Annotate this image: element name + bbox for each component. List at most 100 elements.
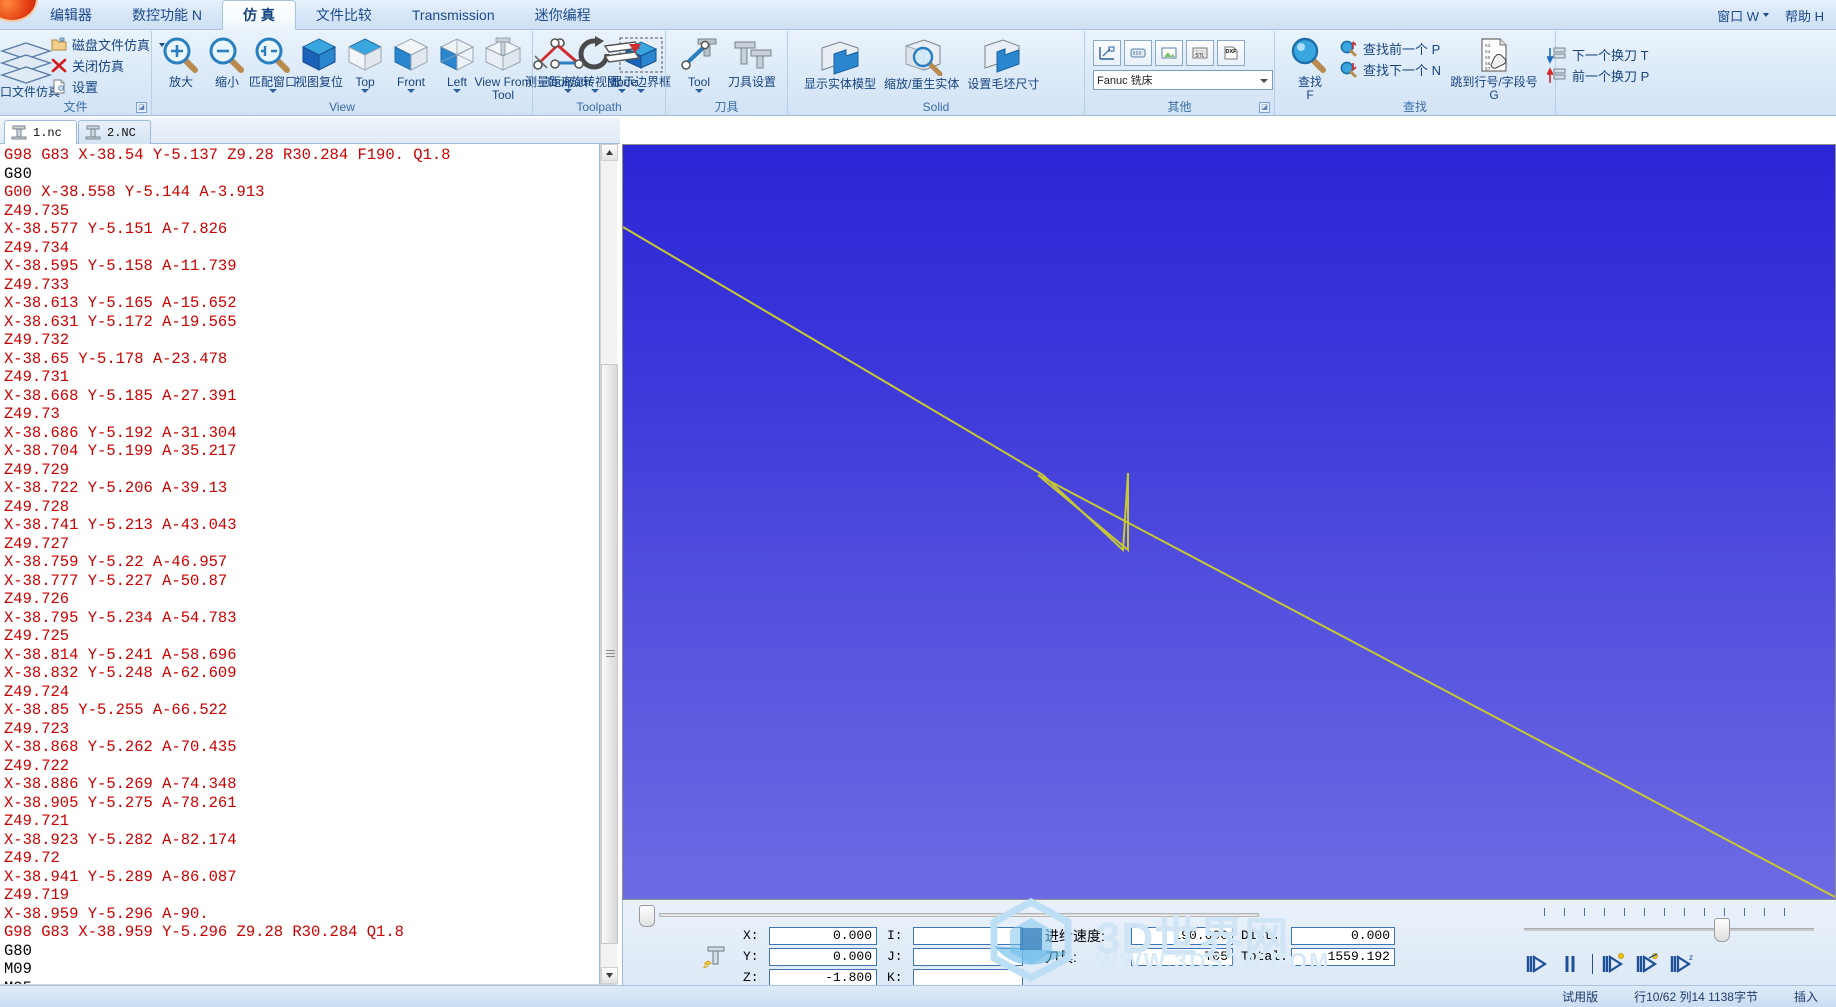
- stl-icon[interactable]: STL: [1186, 40, 1214, 66]
- zoom-in-button[interactable]: 放大: [158, 34, 204, 89]
- group-other-dialog-launcher[interactable]: ◪: [1259, 102, 1270, 113]
- simulation-progress-slider[interactable]: [633, 904, 1273, 927]
- menu-window-label: 窗口 W: [1717, 8, 1759, 24]
- menu-editor-label: 编辑器: [50, 7, 92, 23]
- chevron-down-icon[interactable]: [407, 89, 415, 93]
- y-value: 0.000: [832, 948, 872, 964]
- feed-field[interactable]: 190.000: [1131, 926, 1233, 945]
- status-cursor-position: 行10/62 列14 1138字节: [1634, 990, 1758, 1004]
- y-field[interactable]: 0.000: [769, 947, 877, 966]
- chevron-down-icon[interactable]: [269, 89, 277, 93]
- find-next-button[interactable]: 查找下一个 N: [1337, 59, 1444, 80]
- group-view: 放大 缩小 匹配窗口 视图复位 Top Front Left View From…: [152, 31, 671, 115]
- k-field[interactable]: [913, 968, 1023, 987]
- chevron-down-icon[interactable]: [361, 89, 369, 93]
- settings-button[interactable]: 设置: [48, 76, 168, 97]
- doc-tab-2[interactable]: 2.NC: [78, 120, 151, 144]
- view-front-button[interactable]: Front: [388, 34, 434, 93]
- toolpath-button[interactable]: Toolpath: [541, 34, 595, 93]
- menu-transmission[interactable]: Transmission: [392, 0, 515, 30]
- next-tool-change-icon: [1547, 47, 1566, 64]
- group-file-title: 文件: [63, 100, 88, 114]
- dist-field[interactable]: 0.000: [1291, 926, 1395, 945]
- toolpath-icon: [550, 38, 584, 69]
- total-field[interactable]: 1559.192: [1291, 947, 1395, 966]
- play-button[interactable]: [1524, 952, 1550, 976]
- mode-button[interactable]: Mode: [595, 34, 649, 93]
- speed-slider-track[interactable]: [1524, 928, 1814, 931]
- goto-line-button[interactable]: 53 54 55 56 57 跳到行号/字段号 G: [1444, 34, 1544, 102]
- find-button[interactable]: 查找 F: [1283, 34, 1337, 102]
- step-line-button[interactable]: [1635, 952, 1661, 976]
- menu-simulation[interactable]: 仿 真: [222, 0, 296, 30]
- export-image-icon[interactable]: [1155, 40, 1183, 66]
- j-field[interactable]: [913, 947, 1023, 966]
- gcode-line: G80: [4, 164, 32, 183]
- menu-editor[interactable]: 编辑器: [30, 0, 112, 30]
- dxf-icon[interactable]: DXF: [1217, 40, 1245, 66]
- reset-view-button[interactable]: 视图复位: [295, 34, 343, 89]
- chevron-down-icon[interactable]: [695, 89, 703, 93]
- controller-select[interactable]: Fanuc 铣床: [1093, 70, 1273, 90]
- show-solid-model-button[interactable]: 显示实体模型: [800, 34, 880, 91]
- next-tool-change-button[interactable]: 下一个换刀 T: [1544, 44, 1652, 65]
- view-top-button[interactable]: Top: [342, 34, 388, 93]
- view-top-label: Top: [355, 75, 375, 89]
- simulation-viewport[interactable]: [623, 145, 1835, 899]
- view-from-tool-button[interactable]: View From Tool: [474, 34, 532, 102]
- zoom-out-button[interactable]: 缩小: [204, 34, 250, 89]
- menu-nc-function[interactable]: 数控功能 N: [112, 0, 222, 30]
- step-z-icon: z: [1670, 953, 1693, 974]
- pause-button[interactable]: [1558, 952, 1584, 976]
- tool-button[interactable]: Tool: [674, 34, 724, 93]
- find-prev-button[interactable]: 查找前一个 P: [1337, 38, 1444, 59]
- speed-slider-knob[interactable]: [1714, 918, 1730, 942]
- menu-file-compare[interactable]: 文件比较: [296, 0, 392, 30]
- z-field[interactable]: -1.800: [769, 968, 877, 987]
- step-block-button[interactable]: [1601, 952, 1627, 976]
- prev-tool-change-button[interactable]: 前一个换刀 P: [1544, 65, 1652, 86]
- close-sim-button[interactable]: 关闭仿真: [48, 55, 168, 76]
- show-solid-model-label: 显示实体模型: [804, 77, 877, 91]
- prev-tool-change-label: 前一个换刀 P: [1572, 69, 1650, 84]
- tool-field[interactable]: T05: [1131, 947, 1233, 966]
- gcode-line: Z49.733: [4, 275, 70, 294]
- scroll-down-button[interactable]: [601, 967, 618, 984]
- menu-window[interactable]: 窗口 W: [1709, 6, 1777, 25]
- x-field[interactable]: 0.000: [769, 926, 877, 945]
- gcode-editor[interactable]: G98 G83 X-38.54 Y-5.137 Z9.28 R30.284 F1…: [0, 144, 600, 984]
- chevron-down-icon[interactable]: [564, 89, 572, 93]
- gcode-line: M09: [4, 960, 32, 978]
- group-solid: 显示实体模型 缩放/重生实体 设置毛坯尺寸 Solid: [788, 31, 1085, 115]
- gcode-line: X-38.722 Y-5.206 A-39.13: [4, 479, 228, 497]
- gcode-line: X-38.814 Y-5.241 A-58.696: [4, 645, 237, 664]
- editor-vertical-scrollbar[interactable]: [600, 144, 618, 984]
- gcode-line: X-38.668 Y-5.185 A-27.391: [4, 386, 237, 405]
- gcode-line: Z49.72: [4, 849, 60, 867]
- axis-icon[interactable]: [1093, 40, 1121, 66]
- j-label: J:: [887, 949, 903, 964]
- menu-help[interactable]: 帮助 H: [1777, 6, 1832, 25]
- doc-tab-1[interactable]: 1.nc: [4, 120, 77, 144]
- chevron-down-icon[interactable]: [618, 89, 626, 93]
- group-tool: Tool 刀具设置 刀具: [666, 31, 788, 115]
- fit-window-button[interactable]: 匹配窗口: [249, 34, 297, 93]
- scroll-thumb[interactable]: [601, 364, 618, 944]
- scroll-up-button[interactable]: [601, 144, 618, 161]
- tool-settings-button[interactable]: 刀具设置: [724, 34, 780, 89]
- step-z-button[interactable]: z: [1669, 952, 1695, 976]
- gcode-line: X-38.759 Y-5.22 A-46.957: [4, 553, 228, 571]
- machine-icon[interactable]: [1124, 40, 1152, 66]
- chevron-down-icon[interactable]: [453, 89, 461, 93]
- disk-file-sim-button[interactable]: 磁盘文件仿真: [48, 34, 168, 55]
- slider-knob[interactable]: [639, 905, 655, 927]
- zoom-regen-solid-button[interactable]: 缩放/重生实体: [880, 34, 963, 91]
- set-stock-size-button[interactable]: 设置毛坯尺寸: [963, 34, 1043, 91]
- svg-text:54: 54: [1485, 49, 1491, 55]
- simulation-status-panel: X: 0.000 I: 进给速度: 190.000 Dist.: 0.000 Y…: [622, 898, 1836, 987]
- gcode-line: X-38.65 Y-5.178 A-23.478: [4, 349, 228, 368]
- view-left-button[interactable]: Left: [434, 34, 480, 93]
- i-field[interactable]: [913, 926, 1023, 945]
- menu-mini-programming[interactable]: 迷你编程: [515, 0, 611, 30]
- group-file-dialog-launcher[interactable]: ◪: [136, 102, 147, 113]
